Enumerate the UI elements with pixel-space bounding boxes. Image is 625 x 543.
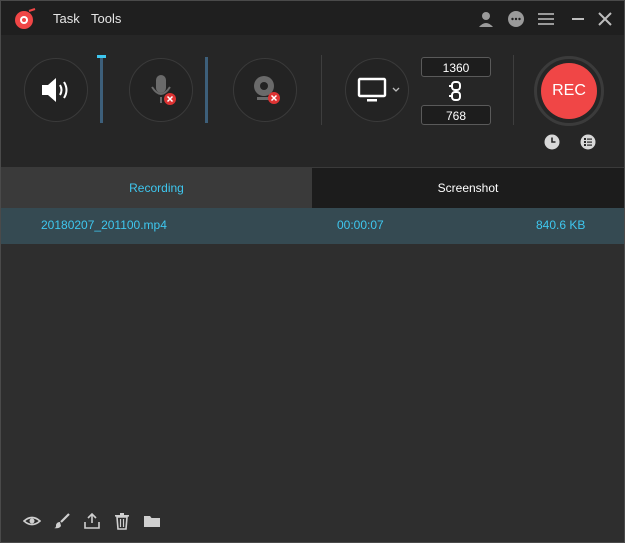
media-tabs: Recording Screenshot: [1, 168, 624, 208]
link-icon[interactable]: [449, 81, 463, 101]
speaker-icon: [42, 78, 68, 102]
height-input[interactable]: 768: [421, 105, 491, 125]
rec-button[interactable]: REC: [541, 63, 597, 119]
microphone-button[interactable]: [129, 58, 193, 122]
microphone-volume-slider[interactable]: [205, 57, 208, 123]
recording-list: 20180207_201100.mp4 00:00:07 840.6 KB: [1, 208, 624, 498]
clock-icon[interactable]: [543, 133, 561, 151]
sound-volume-handle[interactable]: [97, 55, 106, 58]
file-size: 840.6 KB: [536, 218, 586, 232]
file-duration: 00:00:07: [337, 218, 384, 232]
monitor-icon: [357, 77, 387, 102]
webcam-icon: [254, 76, 280, 104]
menu-icon[interactable]: [536, 9, 556, 29]
bottom-toolbar: [1, 498, 624, 542]
menu-task[interactable]: Task: [53, 11, 80, 26]
toolbar-divider: [513, 55, 514, 125]
tab-recording[interactable]: Recording: [1, 168, 312, 208]
chevron-down-icon: [392, 87, 400, 92]
file-name: 20180207_201100.mp4: [41, 218, 167, 232]
capture-toolbar: 1360 768 REC: [1, 35, 624, 168]
system-sound-button[interactable]: [24, 58, 88, 122]
user-icon[interactable]: [476, 9, 496, 29]
share-icon[interactable]: [83, 512, 101, 530]
folder-icon[interactable]: [143, 512, 161, 530]
menu-tools[interactable]: Tools: [91, 11, 121, 26]
tab-screenshot[interactable]: Screenshot: [312, 168, 624, 208]
close-icon[interactable]: [595, 9, 615, 29]
eye-icon[interactable]: [23, 512, 41, 530]
region-select-button[interactable]: [345, 58, 409, 122]
width-input[interactable]: 1360: [421, 57, 491, 77]
minimize-icon[interactable]: [568, 9, 588, 29]
chat-icon[interactable]: [506, 9, 526, 29]
title-bar: Task Tools: [1, 1, 624, 35]
sound-volume-slider[interactable]: [100, 57, 103, 123]
microphone-icon: [151, 75, 176, 105]
webcam-button[interactable]: [233, 58, 297, 122]
table-row[interactable]: 20180207_201100.mp4 00:00:07 840.6 KB: [1, 208, 624, 244]
app-logo-icon: [15, 8, 36, 29]
list-icon[interactable]: [579, 133, 597, 151]
toolbar-divider: [321, 55, 322, 125]
app-window: Task Tools 1360 768 REC Recording Screen…: [0, 0, 625, 543]
trash-icon[interactable]: [113, 512, 131, 530]
brush-icon[interactable]: [53, 512, 71, 530]
